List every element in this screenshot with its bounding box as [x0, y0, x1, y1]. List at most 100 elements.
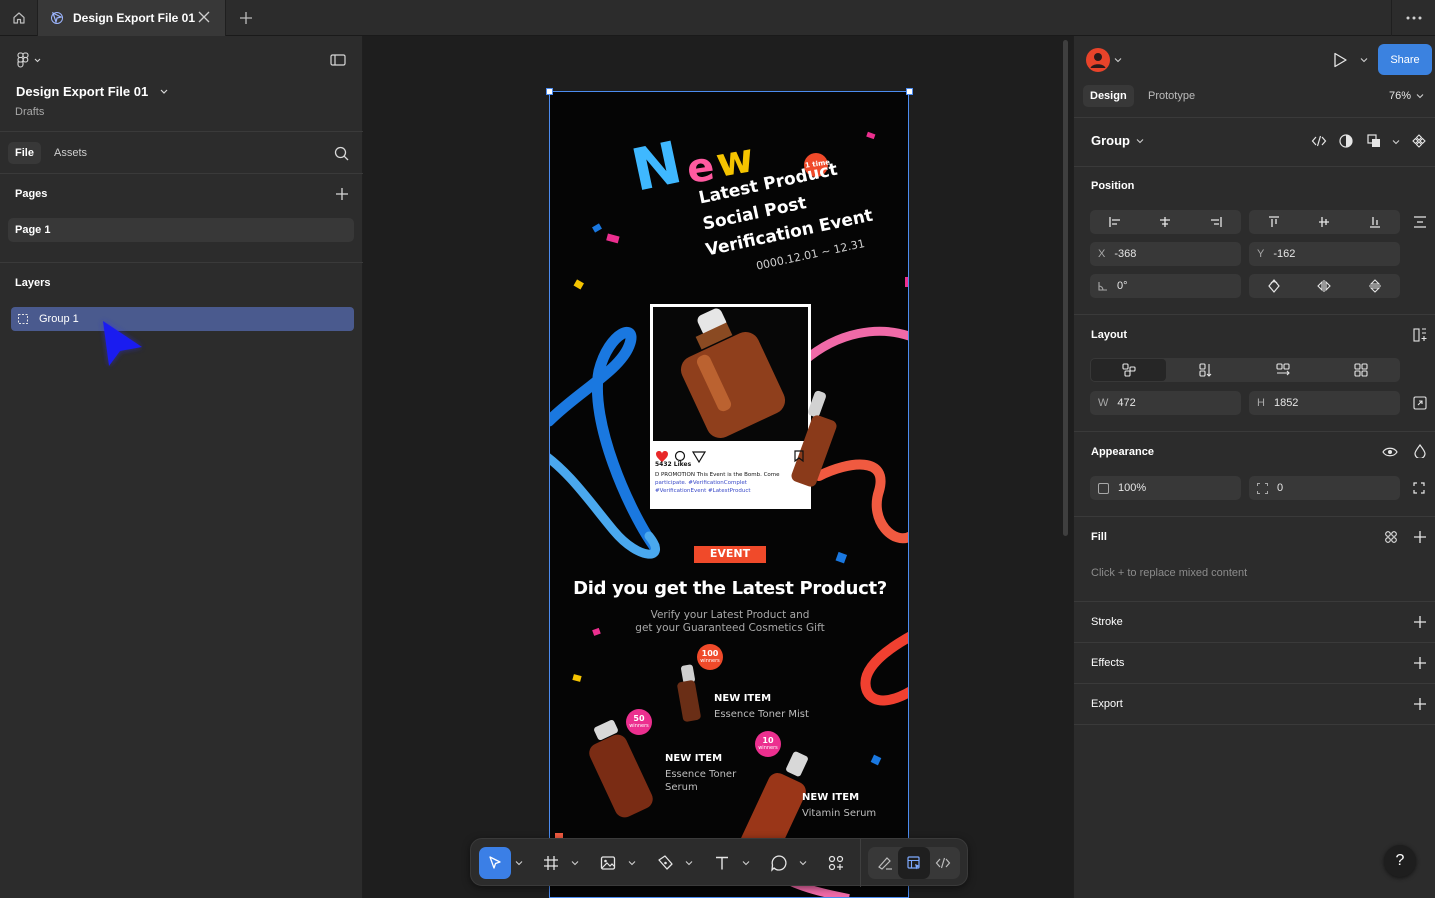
- chevron-down-icon[interactable]: [742, 859, 750, 867]
- page-item-page-1[interactable]: Page 1: [8, 218, 354, 242]
- add-export-plus-icon[interactable]: [1413, 697, 1427, 711]
- design-mode-button[interactable]: [898, 847, 930, 879]
- user-avatar[interactable]: [1086, 48, 1110, 72]
- actions-tool-button[interactable]: [820, 847, 852, 879]
- canvas[interactable]: N e w 1 time Latest Product Social Post …: [363, 36, 1073, 898]
- left-panel: Design Export File 01 Drafts File Assets…: [0, 36, 363, 898]
- component-diamond-icon[interactable]: [1412, 134, 1426, 148]
- divider: [1074, 601, 1435, 602]
- home-button[interactable]: [0, 0, 38, 36]
- chevron-down-icon[interactable]: [628, 859, 636, 867]
- align-center-h-button[interactable]: [1140, 210, 1190, 234]
- flip-vertical-button[interactable]: [1349, 274, 1400, 298]
- tab-prototype[interactable]: Prototype: [1141, 85, 1202, 107]
- chevron-down-icon[interactable]: [1416, 92, 1424, 100]
- item-2-badge-sub: winners: [629, 723, 649, 729]
- play-icon[interactable]: [1332, 52, 1348, 68]
- chevron-down-icon[interactable]: [1392, 138, 1400, 146]
- layers-heading: Layers: [15, 277, 51, 289]
- corner-radius-icon: [1257, 482, 1268, 494]
- align-middle-icon: [1319, 217, 1329, 227]
- dev-mode-button[interactable]: [927, 847, 959, 879]
- rotation-field[interactable]: 0°: [1090, 274, 1241, 298]
- chevron-down-icon[interactable]: [1114, 56, 1122, 64]
- chevron-down-icon[interactable]: [1136, 137, 1144, 145]
- chevron-down-icon[interactable]: [799, 859, 807, 867]
- eye-icon[interactable]: [1382, 446, 1398, 458]
- search-icon[interactable]: [334, 146, 349, 161]
- resize-to-fit-icon[interactable]: [1413, 396, 1427, 410]
- w-label: W: [1098, 397, 1109, 409]
- independent-corners-icon[interactable]: [1413, 482, 1425, 494]
- align-top-button[interactable]: [1249, 210, 1299, 234]
- resize-handle-top-right[interactable]: [906, 88, 913, 95]
- opacity-field[interactable]: 100%: [1090, 476, 1241, 500]
- y-position-field[interactable]: Y -162: [1249, 242, 1400, 266]
- x-position-field[interactable]: X -368: [1090, 242, 1241, 266]
- align-left-button[interactable]: [1090, 210, 1140, 234]
- zoom-level[interactable]: 76%: [1389, 90, 1411, 102]
- blend-drop-icon[interactable]: [1414, 444, 1426, 458]
- add-effect-plus-icon[interactable]: [1413, 656, 1427, 670]
- layout-horizontal-button[interactable]: [1244, 358, 1322, 382]
- file-name[interactable]: Design Export File 01: [16, 84, 148, 99]
- image-icon: [600, 856, 616, 870]
- align-middle-button[interactable]: [1299, 210, 1349, 234]
- move-tool-button[interactable]: [479, 847, 511, 879]
- sidebar-toggle-icon[interactable]: [330, 54, 346, 66]
- align-bottom-button[interactable]: [1349, 210, 1400, 234]
- chevron-down-icon[interactable]: [685, 859, 693, 867]
- auto-layout-icon[interactable]: [1413, 328, 1427, 342]
- selection-type[interactable]: Group: [1091, 133, 1130, 148]
- poster-artboard[interactable]: N e w 1 time Latest Product Social Post …: [549, 91, 909, 898]
- new-tab-plus-icon[interactable]: [236, 8, 256, 28]
- layer-item-group-1[interactable]: Group 1: [11, 307, 354, 331]
- code-icon[interactable]: [1311, 134, 1327, 148]
- height-field[interactable]: H 1852: [1249, 391, 1400, 415]
- tab-design[interactable]: Design: [1083, 85, 1134, 107]
- add-page-plus-icon[interactable]: [335, 187, 349, 201]
- width-field[interactable]: W 472: [1090, 391, 1241, 415]
- layout-vertical-button[interactable]: [1167, 358, 1244, 382]
- align-right-icon: [1210, 217, 1222, 227]
- frame-tool-button[interactable]: [535, 847, 567, 879]
- close-icon[interactable]: [197, 10, 211, 24]
- comment-bubble-icon: [771, 855, 787, 872]
- layout-grid-button[interactable]: [1322, 358, 1400, 382]
- help-button[interactable]: ?: [1384, 845, 1416, 877]
- chevron-down-icon[interactable]: [160, 89, 168, 95]
- more-menu-button[interactable]: [1391, 0, 1435, 36]
- red-ribbon: [814, 459, 909, 544]
- styles-grid-icon[interactable]: [1384, 530, 1398, 544]
- tab-assets[interactable]: Assets: [47, 142, 94, 164]
- share-button[interactable]: Share: [1378, 44, 1432, 75]
- figma-menu-icon[interactable]: [16, 52, 42, 68]
- corner-radius-field[interactable]: 0: [1249, 476, 1400, 500]
- resize-handle-top-left[interactable]: [546, 88, 553, 95]
- mask-icon[interactable]: [1339, 134, 1353, 148]
- distribute-icon[interactable]: [1413, 216, 1427, 228]
- pen-tool-button[interactable]: [649, 847, 681, 879]
- canvas-scrollbar[interactable]: [1063, 40, 1068, 536]
- text-tool-button[interactable]: [706, 847, 738, 879]
- file-location: Drafts: [15, 106, 45, 118]
- chevron-down-icon[interactable]: [571, 859, 579, 867]
- align-right-button[interactable]: [1190, 210, 1241, 234]
- rotate-90-button[interactable]: [1249, 274, 1299, 298]
- item-2-badge: 50: [633, 714, 645, 723]
- chevron-down-icon[interactable]: [515, 859, 523, 867]
- add-stroke-plus-icon[interactable]: [1413, 615, 1427, 629]
- file-tab[interactable]: Design Export File 01: [38, 0, 226, 36]
- freeform-icon: [1121, 363, 1136, 377]
- event-tag: EVENT: [709, 547, 751, 560]
- divider: [1074, 516, 1435, 517]
- boolean-icon[interactable]: [1367, 134, 1381, 148]
- layout-freeform-button[interactable]: [1091, 359, 1166, 381]
- draw-mode-button[interactable]: [869, 847, 901, 879]
- flip-horizontal-button[interactable]: [1299, 274, 1349, 298]
- tab-file[interactable]: File: [8, 142, 41, 164]
- comment-tool-button[interactable]: [763, 847, 795, 879]
- add-fill-plus-icon[interactable]: [1413, 530, 1427, 544]
- chevron-down-icon[interactable]: [1360, 56, 1368, 64]
- image-tool-button[interactable]: [592, 847, 624, 879]
